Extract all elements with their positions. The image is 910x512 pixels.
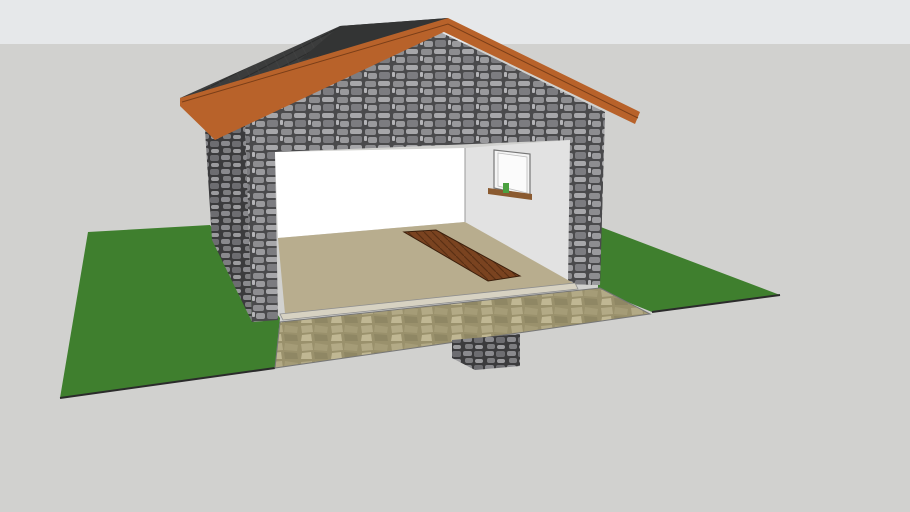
plant-pot[interactable] [503,183,509,193]
window-glass [497,152,528,194]
scene-svg[interactable] [0,0,910,512]
viewport-3d[interactable] [0,0,910,512]
right-wall-edge[interactable] [568,112,605,285]
